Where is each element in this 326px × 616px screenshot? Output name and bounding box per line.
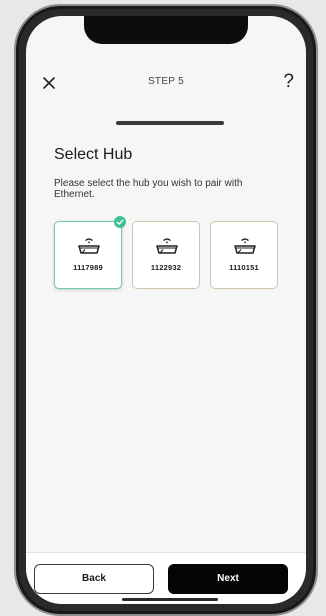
hub-card-1110151[interactable]: 1110151 bbox=[210, 221, 278, 289]
home-indicator[interactable] bbox=[122, 598, 218, 601]
progress-bar bbox=[116, 121, 224, 125]
hub-wifi-icon bbox=[234, 238, 256, 254]
page-title: Select Hub bbox=[54, 146, 133, 163]
wizard-header: STEP 5 ? bbox=[26, 68, 306, 98]
step-label: STEP 5 bbox=[147, 76, 185, 87]
app-screen: STEP 5 ? Select Hub Please select the hu… bbox=[26, 16, 306, 604]
help-button[interactable]: ? bbox=[283, 70, 294, 94]
hub-id-label: 1117989 bbox=[73, 263, 103, 272]
device-notch bbox=[84, 16, 248, 44]
phone-frame: STEP 5 ? Select Hub Please select the hu… bbox=[14, 4, 318, 616]
wizard-footer: Back Next bbox=[26, 552, 306, 604]
hub-card-1117989[interactable]: 1117989 bbox=[54, 216, 126, 289]
selected-check-icon bbox=[114, 216, 126, 228]
hub-wifi-icon bbox=[156, 238, 178, 254]
back-button[interactable]: Back bbox=[34, 564, 154, 594]
hub-card-1122932[interactable]: 1122932 bbox=[132, 221, 200, 289]
page-description: Please select the hub you wish to pair w… bbox=[54, 178, 243, 200]
hub-id-label: 1110151 bbox=[229, 263, 259, 272]
next-button[interactable]: Next bbox=[168, 564, 288, 594]
hub-id-label: 1122932 bbox=[150, 263, 182, 272]
hub-list: 1117989 1122932 1110151 bbox=[54, 216, 284, 293]
hub-wifi-icon bbox=[78, 238, 100, 254]
